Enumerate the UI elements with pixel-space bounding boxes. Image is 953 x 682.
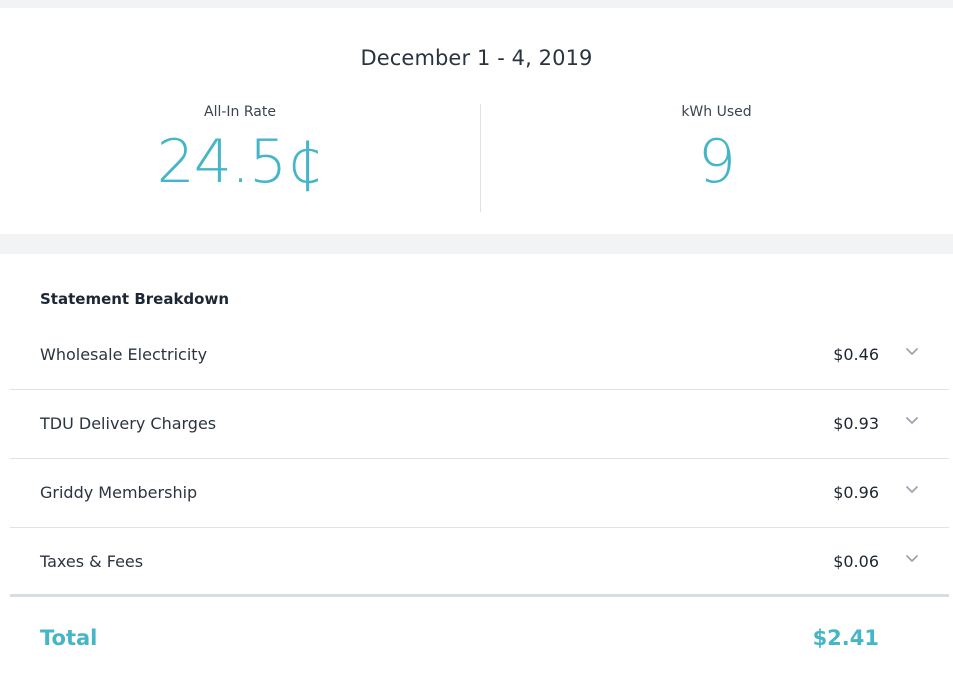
row-label: TDU Delivery Charges [40,414,217,433]
kwh-used-label: kWh Used [681,104,752,120]
all-in-rate-value: 24.5¢ [156,127,325,197]
statement-period: December 1 - 4, 2019 [360,46,593,70]
kwh-used-value: 9 [697,127,736,197]
row-label: Wholesale Electricity [40,345,208,364]
row-amount: $0.93 [833,414,879,433]
total-label: Total [40,626,98,650]
row-label: Taxes & Fees [40,552,144,571]
breakdown-list: Wholesale Electricity $0.46 TDU Delivery… [10,321,949,597]
breakdown-row-taxes-fees[interactable]: Taxes & Fees $0.06 [10,528,949,597]
usage-summary: December 1 - 4, 2019 All-In Rate 24.5¢ k… [0,8,953,234]
total-amount: $2.41 [812,626,879,650]
all-in-rate-label: All-In Rate [204,104,276,120]
chevron-down-icon[interactable] [905,413,919,427]
chevron-down-icon[interactable] [905,344,919,358]
section-gap [0,234,953,254]
breakdown-row-griddy-membership[interactable]: Griddy Membership $0.96 [10,459,949,528]
chevron-down-icon[interactable] [905,482,919,496]
row-amount: $0.06 [833,552,879,571]
all-in-rate-stat: All-In Rate 24.5¢ [0,104,480,192]
breakdown-row-tdu-delivery-charges[interactable]: TDU Delivery Charges $0.93 [10,390,949,459]
row-amount: $0.96 [833,483,879,502]
row-amount: $0.46 [833,345,879,364]
top-strip [0,0,953,8]
breakdown-row-wholesale-electricity[interactable]: Wholesale Electricity $0.46 [10,321,949,390]
statement-breakdown: Statement Breakdown Wholesale Electricit… [0,254,953,682]
breakdown-title: Statement Breakdown [40,290,229,308]
row-label: Griddy Membership [40,483,198,502]
kwh-used-stat: kWh Used 9 [480,104,953,192]
chevron-down-icon[interactable] [905,551,919,565]
